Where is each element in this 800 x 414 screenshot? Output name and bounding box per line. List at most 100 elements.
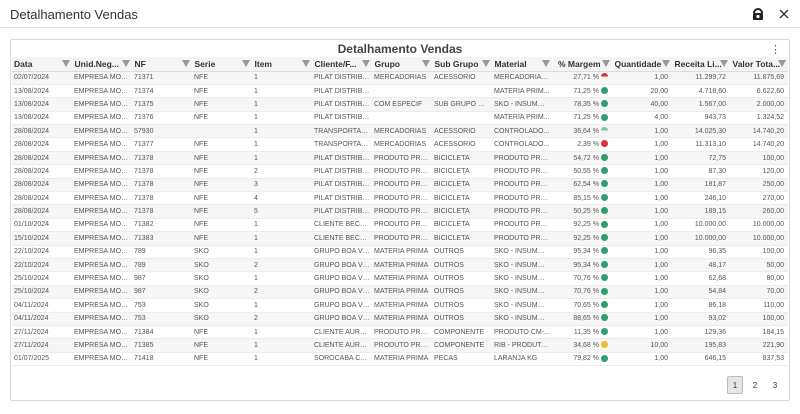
column-header[interactable]: Material bbox=[492, 57, 553, 72]
table-cell: SKO - INSUMO ... bbox=[492, 258, 552, 273]
cell-value: EMPRESA MOD... bbox=[74, 301, 132, 309]
more-options-icon[interactable]: ⋮ bbox=[770, 43, 781, 56]
table-row[interactable]: 28/08/2024 EMPRESA MOD... 71378 NFE 5 PILAT D… bbox=[12, 204, 788, 219]
table-cell: 71384 bbox=[132, 325, 192, 340]
table-cell: 943,73 bbox=[672, 111, 730, 126]
column-header[interactable]: % Margem bbox=[552, 57, 613, 72]
table-row[interactable]: 27/11/2024 EMPRESA MOD... 71384 NFE 1 CLIENTE… bbox=[12, 325, 788, 340]
filter-icon[interactable] bbox=[241, 60, 250, 67]
table-cell: EMPRESA MOD... bbox=[72, 124, 132, 139]
filter-icon[interactable] bbox=[121, 60, 130, 67]
cell-value: BICICLETA bbox=[434, 167, 470, 175]
cell-value: 62,68 bbox=[708, 275, 726, 283]
cell-value: NFE bbox=[194, 141, 208, 149]
filter-icon[interactable] bbox=[421, 60, 430, 67]
table-cell: GRUPO BOA VI... bbox=[312, 312, 372, 326]
table-cell: 71371 bbox=[132, 71, 192, 85]
table-row[interactable]: 22/10/2024 EMPRESA MOD... 789 SKO 2 GRUPO BOA… bbox=[12, 258, 788, 273]
cell-value: SKO bbox=[194, 315, 209, 323]
cell-value: 1,00 bbox=[654, 141, 668, 149]
column-header[interactable]: Unid.Neg... bbox=[72, 57, 133, 72]
cell-value: 70,65 % bbox=[573, 301, 599, 309]
table-cell: 04/11/2024 bbox=[12, 298, 72, 313]
table-cell: NFE bbox=[192, 178, 252, 193]
cell-value: 71378 bbox=[134, 194, 154, 202]
table-row[interactable]: 28/08/2024 EMPRESA MOD... 71378 NFE 2 PILAT D… bbox=[12, 164, 788, 179]
filter-icon[interactable] bbox=[481, 60, 490, 67]
page-button[interactable]: 2 bbox=[747, 376, 763, 394]
table-cell: 189,15 bbox=[672, 204, 730, 219]
table-row[interactable]: 25/10/2024 EMPRESA MOD... 987 SKO 2 GRUPO BOA… bbox=[12, 285, 788, 300]
cell-value: 71382 bbox=[134, 221, 154, 229]
column-header[interactable]: Serie bbox=[192, 57, 253, 72]
cell-value: LARANJA KG bbox=[494, 355, 538, 363]
table-row[interactable]: 13/08/2024 EMPRESA MOD... 71374 NFE 1 PILAT D… bbox=[12, 84, 788, 99]
table-row[interactable]: 28/08/2024 EMPRESA MOD... 57930 1 TRANSPORTA… bbox=[12, 124, 788, 139]
table-row[interactable]: 27/11/2024 EMPRESA MOD... 71385 NFE 1 CLIENTE… bbox=[12, 338, 788, 353]
table-row[interactable]: 04/11/2024 EMPRESA MOD... 753 SKO 2 GRUPO BOA… bbox=[12, 312, 788, 326]
table-cell: 1.567,00 bbox=[672, 97, 730, 112]
table-cell: SKO - INSUMO ... bbox=[492, 97, 552, 112]
filter-icon[interactable] bbox=[601, 60, 610, 67]
column-header[interactable]: Receita Li... bbox=[672, 57, 731, 72]
filter-icon[interactable] bbox=[719, 60, 728, 67]
filter-icon[interactable] bbox=[541, 60, 550, 67]
table-cell: EMPRESA MOD... bbox=[72, 97, 132, 112]
table-cell: 28/08/2024 bbox=[12, 137, 72, 152]
table-cell: 1 bbox=[252, 97, 312, 112]
table-row[interactable]: 25/10/2024 EMPRESA MOD... 987 SKO 1 GRUPO BOA… bbox=[12, 271, 788, 286]
table-cell bbox=[192, 124, 252, 139]
filter-icon[interactable] bbox=[661, 60, 670, 67]
close-icon[interactable] bbox=[776, 6, 792, 22]
table-row[interactable]: 28/08/2024 EMPRESA MOD... 71378 NFE 3 PILAT D… bbox=[12, 178, 788, 193]
table-cell: EMPRESA MOD... bbox=[72, 325, 132, 340]
table-row[interactable]: 04/11/2024 EMPRESA MOD... 753 SKO 1 GRUPO BOA… bbox=[12, 298, 788, 313]
data-grid[interactable]: Data Unid.Neg... NF Serie Item Cliente/F... Gr… bbox=[12, 57, 788, 369]
table-row[interactable]: 01/10/2024 EMPRESA MOD... 71382 NFE 1 CLIENTE… bbox=[12, 218, 788, 233]
filter-icon[interactable] bbox=[301, 60, 310, 67]
cell-value: 28/08/2024 bbox=[14, 167, 50, 175]
page-button[interactable]: 1 bbox=[727, 376, 743, 394]
cell-value: 27,71 % bbox=[573, 74, 599, 82]
column-header[interactable]: Quantidade bbox=[612, 57, 673, 72]
table-cell: 789 bbox=[132, 245, 192, 259]
column-header-label: Data bbox=[14, 58, 33, 69]
table-cell: 11.875,69 bbox=[730, 71, 788, 85]
filter-icon[interactable] bbox=[777, 60, 786, 67]
table-cell: PILAT DISTRIBUI... bbox=[312, 178, 372, 193]
table-cell: 71,25 % bbox=[552, 84, 612, 99]
table-row[interactable]: 22/10/2024 EMPRESA MOD... 789 SKO 1 GRUPO BOA… bbox=[12, 245, 788, 259]
column-header[interactable]: Data bbox=[12, 57, 73, 72]
margin-status-icon bbox=[601, 314, 608, 322]
table-cell: COMPONENTE bbox=[432, 325, 492, 340]
page-button[interactable]: 3 bbox=[767, 376, 783, 394]
table-cell: 28/08/2024 bbox=[12, 164, 72, 179]
table-row[interactable]: 28/08/2024 EMPRESA MOD... 71378 NFE 4 PILAT D… bbox=[12, 191, 788, 206]
column-header[interactable]: Item bbox=[252, 57, 313, 72]
table-cell: NFE bbox=[192, 218, 252, 233]
column-header[interactable]: NF bbox=[132, 57, 193, 72]
table-row[interactable]: 28/08/2024 EMPRESA MOD... 71378 NFE 1 PILAT D… bbox=[12, 151, 788, 166]
cell-value: 28/08/2024 bbox=[14, 141, 50, 149]
table-cell: MATERIA PRIM... bbox=[492, 111, 552, 126]
column-header-label: Item bbox=[254, 58, 272, 69]
table-row[interactable]: 01/07/2025 EMPRESA MOD... 71418 NFE 1 SOROCAB… bbox=[12, 352, 788, 367]
column-header[interactable]: Cliente/F... bbox=[312, 57, 373, 72]
table-row[interactable]: 15/10/2024 EMPRESA MOD... 71383 NFE 1 CLIENTE… bbox=[12, 231, 788, 246]
table-row[interactable]: 13/08/2024 EMPRESA MOD... 71376 NFE 1 PILAT D… bbox=[12, 111, 788, 126]
table-row[interactable]: 28/08/2024 EMPRESA MOD... 71377 NFE 1 TRANSPO… bbox=[12, 137, 788, 152]
filter-icon[interactable] bbox=[61, 60, 70, 67]
table-cell: 2,39 % bbox=[552, 137, 612, 152]
filter-icon[interactable] bbox=[181, 60, 190, 67]
table-cell: 1 bbox=[252, 325, 312, 340]
column-header[interactable]: Grupo bbox=[372, 57, 433, 72]
table-row[interactable]: 02/07/2024 EMPRESA MOD... 71371 NFE 1 PILAT D… bbox=[12, 71, 788, 85]
cell-value: 71378 bbox=[134, 167, 154, 175]
table-row[interactable]: 13/08/2024 EMPRESA MOD... 71375 NFE 1 PILAT D… bbox=[12, 97, 788, 112]
filter-icon[interactable] bbox=[361, 60, 370, 67]
column-header[interactable]: Valor Tota... bbox=[730, 57, 788, 72]
cell-value: 1,00 bbox=[654, 301, 668, 309]
cell-value: PILAT DISTRIBUI... bbox=[314, 208, 372, 216]
alarm-icon[interactable] bbox=[750, 6, 766, 22]
column-header[interactable]: Sub Grupo bbox=[432, 57, 493, 72]
